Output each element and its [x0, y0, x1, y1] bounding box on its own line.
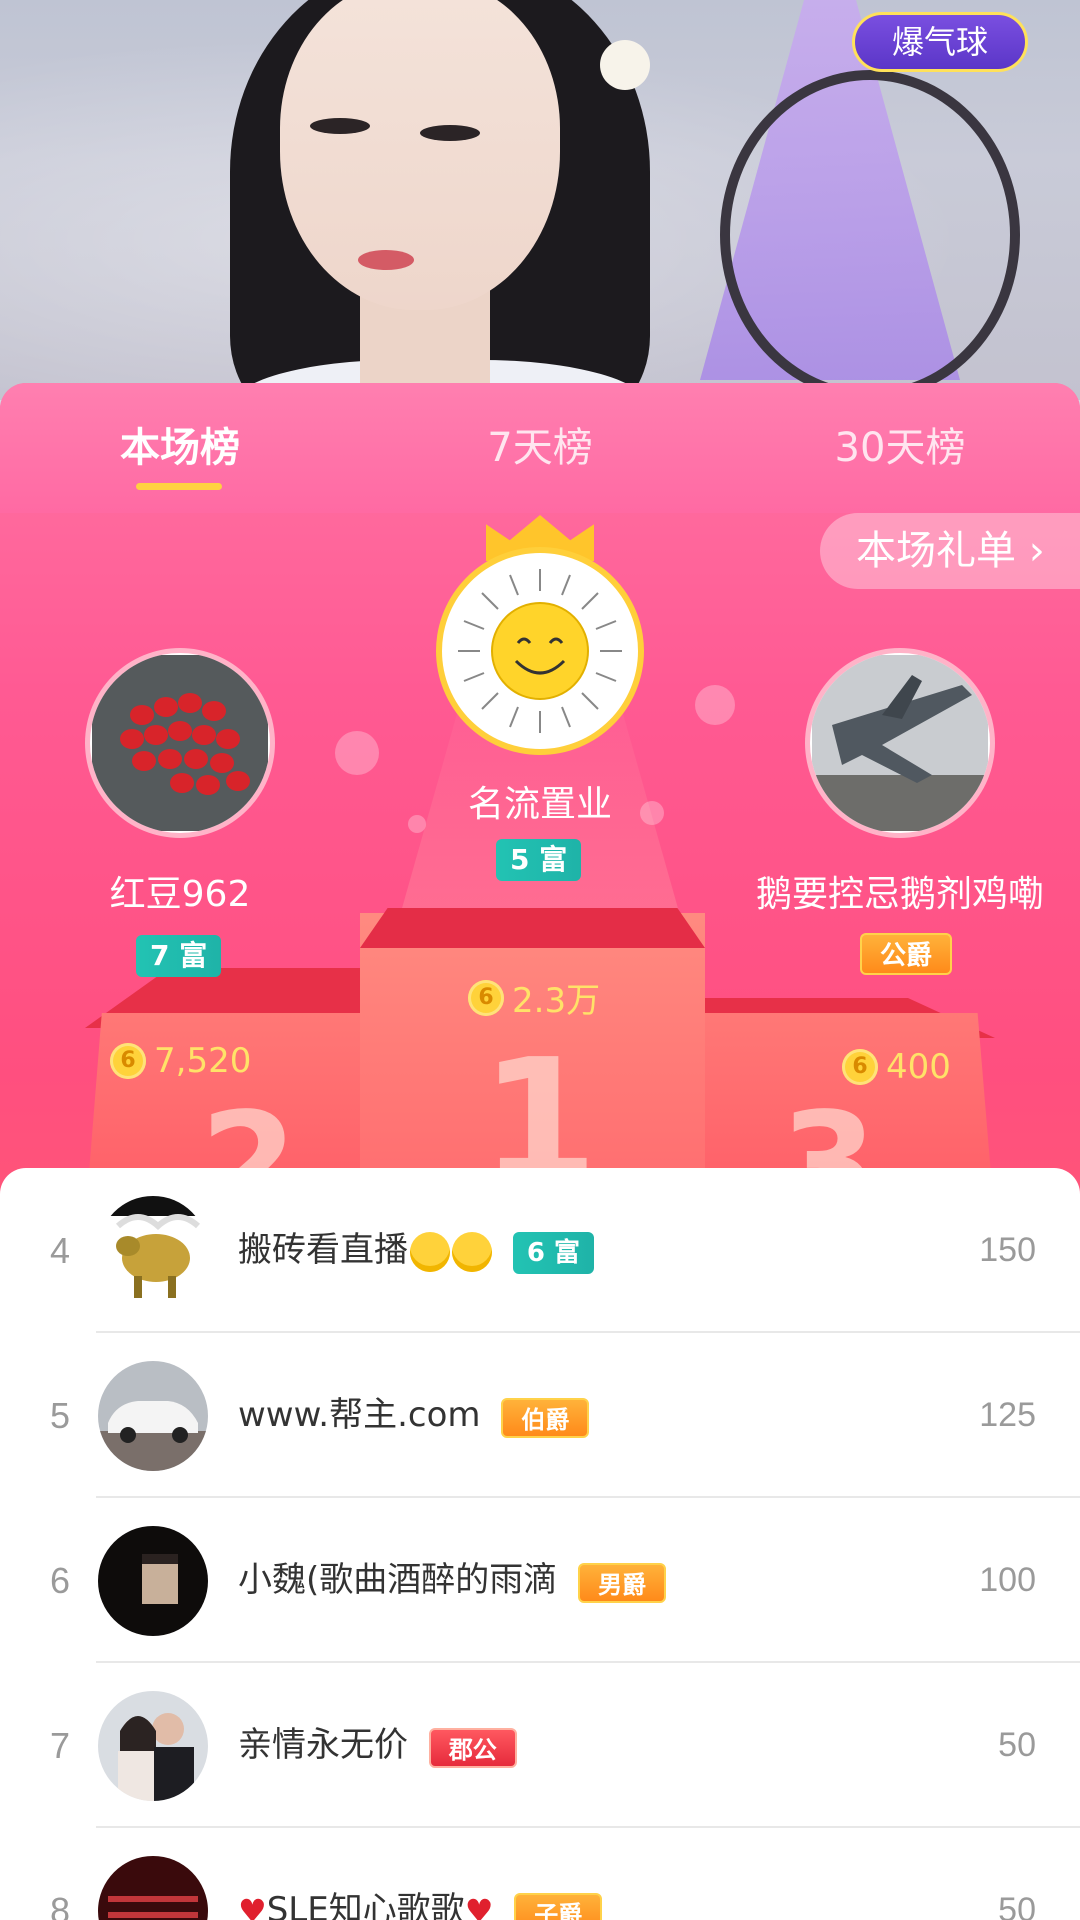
grin-emoji-icon — [452, 1231, 492, 1272]
winner-1-wealth-badge: 5 富 — [496, 839, 582, 881]
car-icon — [98, 1361, 208, 1471]
user-name: 亲情永无价 郡公 — [238, 1663, 517, 1828]
user-avatar[interactable] — [98, 1361, 208, 1471]
user-avatar[interactable] — [98, 1196, 208, 1306]
user-avatar[interactable] — [98, 1691, 208, 1801]
coin-icon: 6 — [842, 1048, 878, 1085]
host-face — [280, 0, 560, 310]
winner-3-avatar[interactable] — [810, 653, 990, 833]
host-lips — [358, 250, 414, 270]
sun-smiley-icon — [458, 569, 622, 733]
rank-number: 4 — [49, 1230, 71, 1271]
winner-1-name: 名流置业 — [467, 784, 612, 825]
contribution-value: 125 — [979, 1396, 1036, 1434]
user-name: ♥SLE知心歌歌♥ 子爵 — [238, 1828, 603, 1920]
contribution-value: 50 — [998, 1726, 1036, 1764]
list-item[interactable]: 7 亲情永无价 郡公 50 — [0, 1663, 1080, 1828]
winner-2-wealth-badge: 7 富 — [136, 935, 222, 977]
bull-icon — [98, 1196, 208, 1306]
tab-7-days[interactable]: 7天榜 — [450, 418, 630, 478]
winner-3-name: 鹅要控忌鹅剂鸡嘞 — [755, 874, 1044, 915]
list-item[interactable]: 8 ♥SLE知心歌歌♥ 子爵 50 — [0, 1828, 1080, 1920]
user-name: 搬砖看直播 6 富 — [238, 1168, 594, 1333]
list-item[interactable]: 4 搬砖看直播 6 富 150 — [0, 1168, 1080, 1333]
live-video[interactable]: 爆气球 — [0, 0, 1080, 400]
tab-30-days[interactable]: 30天榜 — [810, 418, 990, 478]
red-text-image-icon — [98, 1856, 208, 1920]
coin-icon: 6 — [468, 979, 504, 1016]
wealth-badge: 6 富 — [512, 1231, 594, 1274]
decor-bubble — [335, 731, 379, 775]
rank-badge: 伯爵 — [501, 1397, 590, 1438]
hair-flower — [600, 40, 650, 90]
rank-number: 6 — [49, 1560, 71, 1601]
host-eye-left — [310, 118, 370, 134]
podium-1-top — [360, 908, 705, 948]
user-name: 小魏(歌曲酒醉的雨滴 男爵 — [238, 1498, 667, 1663]
user-avatar[interactable] — [98, 1526, 208, 1636]
user-name: www.帮主.com 伯爵 — [238, 1333, 590, 1498]
contribution-value: 100 — [979, 1561, 1036, 1599]
winner-2-score: 6 7,520 — [110, 1039, 251, 1081]
contribution-value: 150 — [979, 1231, 1036, 1269]
ranking-list: 4 搬砖看直播 6 富 150 5 www.帮主.com 伯爵 125 6 小魏… — [0, 1168, 1080, 1920]
winner-2-name: 红豆962 — [109, 874, 251, 915]
host-eye-right — [420, 125, 480, 141]
background-chair — [720, 70, 1020, 400]
rank-badge: 子爵 — [514, 1892, 603, 1920]
tab-bar: 本场榜 7天榜 30天榜 — [0, 383, 1080, 513]
portrait-dark-icon — [98, 1526, 208, 1636]
decor-bubble — [695, 685, 735, 725]
winner-2-avatar[interactable] — [90, 653, 270, 833]
tab-this-session[interactable]: 本场榜 — [90, 418, 270, 478]
gift-list-button[interactable]: 本场礼单 › — [820, 513, 1080, 589]
red-beans-icon — [92, 655, 268, 831]
coin-icon: 6 — [110, 1042, 146, 1079]
list-item[interactable]: 5 www.帮主.com 伯爵 125 — [0, 1333, 1080, 1498]
user-avatar[interactable] — [98, 1856, 208, 1920]
rank-number: 8 — [49, 1890, 71, 1920]
heart-icon: ♥ — [464, 1892, 494, 1920]
active-tab-indicator — [136, 483, 222, 490]
fighter-jet-icon — [812, 655, 988, 831]
winner-1-avatar[interactable] — [442, 553, 638, 749]
rank-number: 7 — [49, 1725, 71, 1766]
couple-photo-icon — [98, 1691, 208, 1801]
rank-badge: 郡公 — [428, 1727, 517, 1768]
winner-3-score: 6 400 — [842, 1045, 951, 1087]
rank-badge: 男爵 — [578, 1562, 667, 1603]
contribution-value: 50 — [998, 1891, 1036, 1920]
heart-icon: ♥ — [238, 1892, 267, 1920]
balloon-button[interactable]: 爆气球 — [852, 12, 1028, 72]
winner-1-score: 6 2.3万 — [468, 973, 600, 1022]
winner-3-rank-badge: 公爵 — [860, 933, 953, 975]
grin-emoji-icon — [410, 1231, 450, 1272]
list-item[interactable]: 6 小魏(歌曲酒醉的雨滴 男爵 100 — [0, 1498, 1080, 1663]
rank-number: 5 — [49, 1395, 71, 1436]
